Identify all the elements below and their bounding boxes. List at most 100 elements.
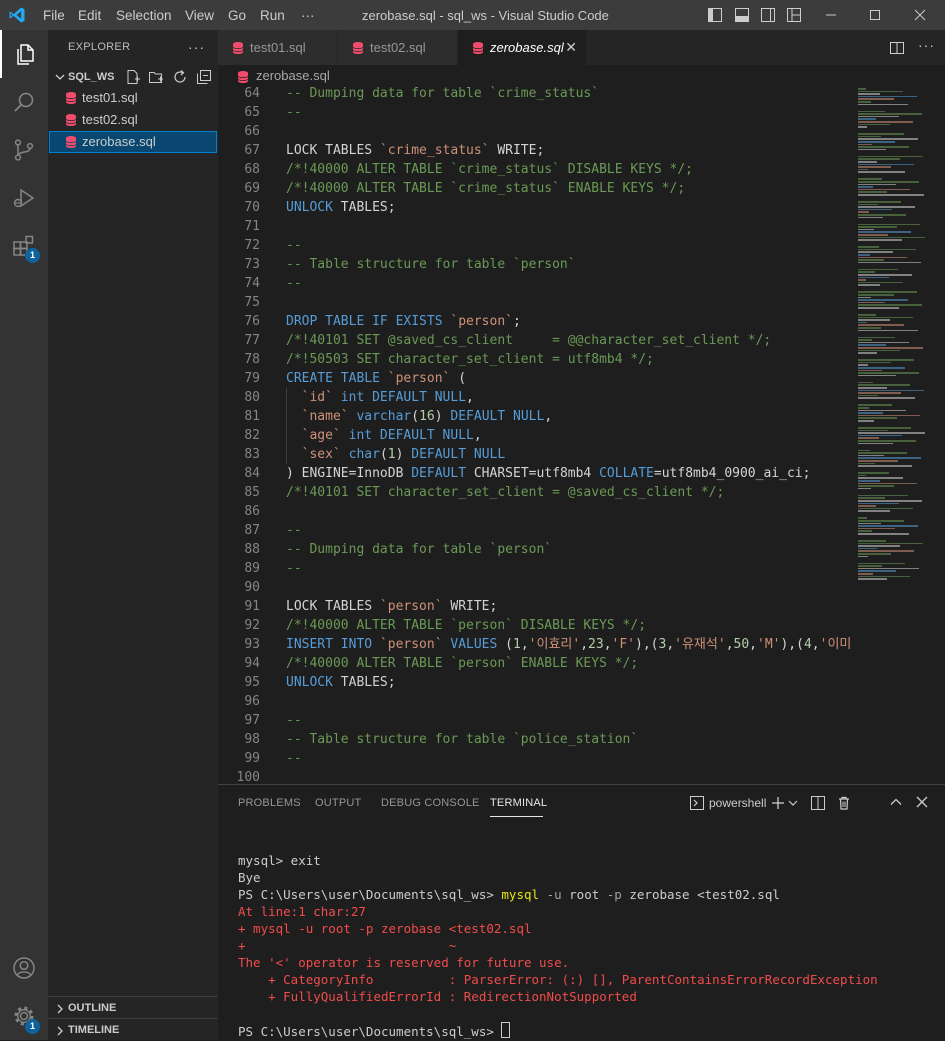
- menu-more[interactable]: ···: [301, 0, 315, 30]
- collapse-all-icon[interactable]: [196, 69, 212, 85]
- trash-icon[interactable]: [836, 795, 852, 811]
- menu-file[interactable]: File: [43, 0, 65, 30]
- editor-more-icon[interactable]: ···: [918, 37, 935, 53]
- code-line[interactable]: 68 /*!40000 ALTER TABLE `crime_status` DI…: [218, 160, 850, 179]
- tab-terminal[interactable]: TERMINAL: [490, 797, 547, 809]
- toggle-primary-sidebar-icon[interactable]: [707, 7, 723, 23]
- file-item-test02[interactable]: test02.sql: [48, 109, 218, 131]
- code-line[interactable]: 74 --: [218, 274, 850, 293]
- code-line[interactable]: 79 CREATE TABLE `person` (: [218, 369, 850, 388]
- code-line[interactable]: 64 -- Dumping data for table `crime_statu…: [218, 84, 850, 103]
- run-debug-activity[interactable]: [0, 174, 48, 222]
- customize-layout-icon[interactable]: [786, 7, 802, 23]
- minimap-line: [858, 404, 892, 406]
- code-line[interactable]: 92 /*!40000 ALTER TABLE `person` DISABLE …: [218, 616, 850, 635]
- new-folder-icon[interactable]: [148, 69, 164, 85]
- code-line[interactable]: 71: [218, 217, 850, 236]
- terminal-output[interactable]: mysql> exit Bye PS C:\Users\user\Documents…: [238, 852, 938, 1039]
- manage-activity[interactable]: 1: [0, 992, 48, 1040]
- code-line[interactable]: 86: [218, 502, 850, 521]
- toggle-panel-icon[interactable]: [734, 7, 750, 23]
- tab-debug-console[interactable]: DEBUG CONSOLE: [381, 797, 480, 809]
- code-line[interactable]: 100: [218, 768, 850, 784]
- chevron-down-icon[interactable]: [788, 798, 798, 808]
- code-line[interactable]: 80 `id` int DEFAULT NULL,: [218, 388, 850, 407]
- folder-sql-ws[interactable]: SQL_WS: [48, 67, 218, 89]
- search-activity[interactable]: [0, 78, 48, 126]
- minimap-line: [858, 223, 920, 226]
- code-editor[interactable]: 64 -- Dumping data for table `crime_statu…: [218, 84, 850, 784]
- file-item-test01[interactable]: test01.sql: [48, 87, 218, 109]
- accounts-activity[interactable]: [0, 944, 48, 992]
- code-line[interactable]: 94 /*!40000 ALTER TABLE `person` ENABLE K…: [218, 654, 850, 673]
- menu-edit[interactable]: Edit: [78, 0, 101, 30]
- terminal-shell-name[interactable]: powershell: [709, 796, 766, 810]
- refresh-icon[interactable]: [172, 69, 188, 85]
- code-line[interactable]: 98 -- Table structure for table `police_s…: [218, 730, 850, 749]
- tab-problems[interactable]: PROBLEMS: [238, 797, 301, 809]
- code-line[interactable]: 84) ENGINE=InnoDB DEFAULT CHARSET=utf8mb…: [218, 464, 850, 483]
- tab-test02[interactable]: test02.sql: [338, 30, 458, 65]
- maximize-panel-icon[interactable]: [889, 795, 903, 809]
- minimap-line: [858, 296, 871, 299]
- code-line[interactable]: 89 --: [218, 559, 850, 578]
- code-line[interactable]: 83 `sex` char(1) DEFAULT NULL: [218, 445, 850, 464]
- code-line[interactable]: 72 --: [218, 236, 850, 255]
- code-line[interactable]: 75: [218, 293, 850, 312]
- code-line[interactable]: 85 /*!40101 SET character_set_client = @s…: [218, 483, 850, 502]
- code-line[interactable]: 70 UNLOCK TABLES;: [218, 198, 850, 217]
- add-terminal-icon[interactable]: [770, 795, 786, 811]
- code-line[interactable]: 69 /*!40000 ALTER TABLE `crime_status` EN…: [218, 179, 850, 198]
- menu-go[interactable]: Go: [228, 0, 246, 30]
- explorer-activity[interactable]: [0, 30, 50, 78]
- new-file-icon[interactable]: [125, 69, 141, 85]
- tab-output[interactable]: OUTPUT: [315, 797, 361, 809]
- code-line[interactable]: 95 UNLOCK TABLES;: [218, 673, 850, 692]
- close-window-icon[interactable]: [914, 9, 926, 21]
- minimap[interactable]: [850, 84, 945, 784]
- minimap-line: [858, 339, 872, 341]
- split-terminal-icon[interactable]: [810, 795, 826, 811]
- menu-selection[interactable]: Selection: [116, 0, 172, 30]
- code-line[interactable]: 96: [218, 692, 850, 711]
- file-item-zerobase[interactable]: zerobase.sql: [49, 131, 217, 153]
- code-line[interactable]: 81 `name` varchar(16) DEFAULT NULL,: [218, 407, 850, 426]
- source-control-activity[interactable]: [0, 126, 48, 174]
- code-line[interactable]: 65 --: [218, 103, 850, 122]
- minimap-line: [858, 460, 898, 462]
- minimap-line: [858, 387, 887, 389]
- code-line[interactable]: 73 -- Table structure for table `person`: [218, 255, 850, 274]
- minimap-line: [858, 457, 921, 459]
- extensions-activity[interactable]: 1: [0, 222, 48, 270]
- code-line[interactable]: 87 --: [218, 521, 850, 540]
- breadcrumb-file[interactable]: zerobase.sql: [256, 68, 330, 83]
- tab-zerobase[interactable]: zerobase.sql ✕: [458, 30, 587, 65]
- split-editor-icon[interactable]: [889, 40, 905, 56]
- code-token: LOCK TABLES: [286, 143, 380, 158]
- close-panel-icon[interactable]: [915, 795, 929, 809]
- code-line[interactable]: 77 /*!40101 SET @saved_cs_client = @@char…: [218, 331, 850, 350]
- code-line[interactable]: 97 --: [218, 711, 850, 730]
- code-line[interactable]: 90: [218, 578, 850, 597]
- code-line[interactable]: 76 DROP TABLE IF EXISTS `person`;: [218, 312, 850, 331]
- code-line[interactable]: 67 LOCK TABLES `crime_status` WRITE;: [218, 141, 850, 160]
- menu-run[interactable]: Run: [260, 0, 285, 30]
- code-line[interactable]: 78 /*!50503 SET character_set_client = ut…: [218, 350, 850, 369]
- code-line[interactable]: 91 LOCK TABLES `person` WRITE;: [218, 597, 850, 616]
- menu-view[interactable]: View: [185, 0, 214, 30]
- minimize-icon[interactable]: [825, 9, 837, 21]
- explorer-more-button[interactable]: ···: [188, 39, 205, 55]
- outline-section[interactable]: OUTLINE: [48, 996, 218, 1019]
- code-line[interactable]: 99 --: [218, 749, 850, 768]
- code-line[interactable]: 93 INSERT INTO `person` VALUES (1,'이효리',2…: [218, 635, 850, 654]
- code-line[interactable]: 66: [218, 122, 850, 141]
- maximize-icon[interactable]: [869, 9, 881, 21]
- minimap-line: [858, 369, 882, 372]
- code-line[interactable]: 88 -- Dumping data for table `person`: [218, 540, 850, 559]
- timeline-section[interactable]: TIMELINE: [48, 1018, 218, 1041]
- tab-test01[interactable]: test01.sql: [218, 30, 338, 65]
- close-tab-icon[interactable]: ✕: [565, 39, 577, 56]
- minimap-line: [858, 93, 880, 95]
- toggle-secondary-sidebar-icon[interactable]: [760, 7, 776, 23]
- code-line[interactable]: 82 `age` int DEFAULT NULL,: [218, 426, 850, 445]
